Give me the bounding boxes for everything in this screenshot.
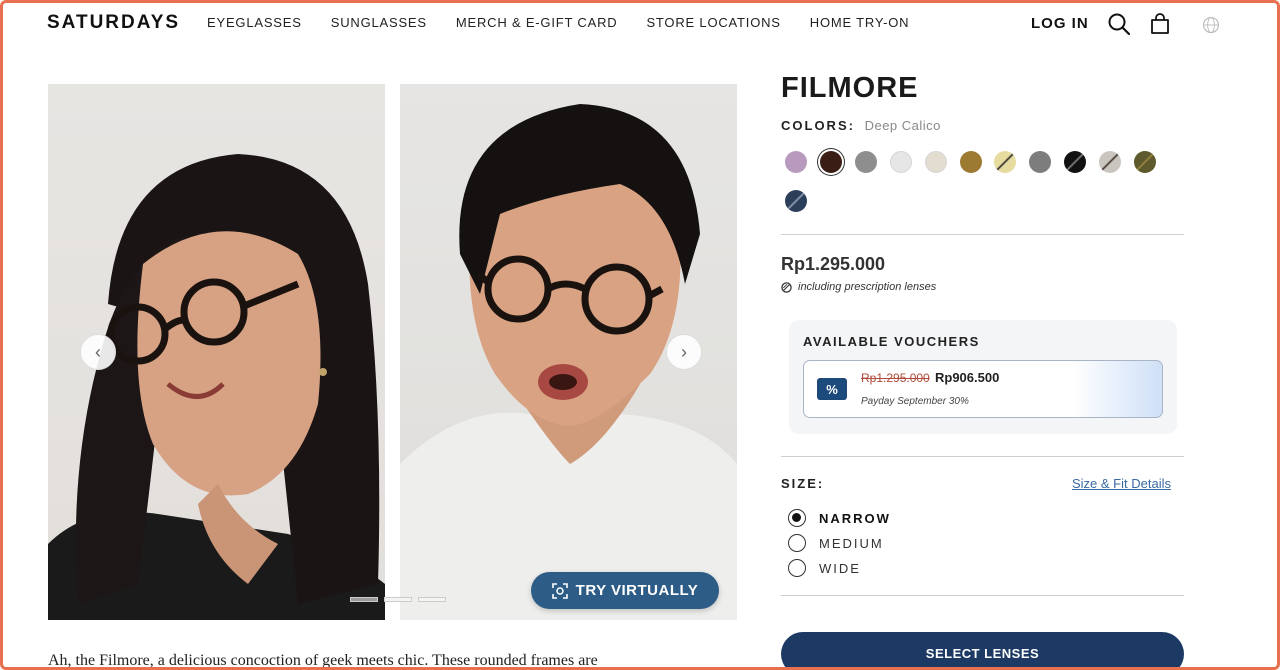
voucher-label: Payday September 30% xyxy=(861,396,969,407)
size-option-medium[interactable]: MEDIUM xyxy=(788,534,884,552)
divider xyxy=(781,456,1184,457)
voucher-old-price: Rp1.295.000 xyxy=(861,371,930,385)
nav-eyeglasses[interactable]: EYEGLASSES xyxy=(207,15,302,30)
try-virtually-label: TRY VIRTUALLY xyxy=(575,582,699,599)
product-title: FILMORE xyxy=(781,72,919,104)
nav-store-locations[interactable]: STORE LOCATIONS xyxy=(646,15,780,30)
radio-button[interactable] xyxy=(788,559,806,577)
gallery-prev-button[interactable]: ‹ xyxy=(80,334,116,370)
nav-sunglasses[interactable]: SUNGLASSES xyxy=(331,15,427,30)
color-swatch[interactable] xyxy=(1064,151,1087,173)
size-option-label: MEDIUM xyxy=(819,535,884,551)
voucher-new-price: Rp906.500 xyxy=(935,370,1000,385)
colors-label: COLORS: xyxy=(781,118,855,133)
logo[interactable]: SATURDAYS xyxy=(47,12,180,34)
color-swatch[interactable] xyxy=(854,151,877,173)
color-swatch[interactable] xyxy=(994,151,1017,173)
colors-row: COLORS: Deep Calico xyxy=(781,118,941,133)
divider xyxy=(781,595,1184,596)
color-swatch[interactable] xyxy=(1099,151,1122,173)
color-swatch[interactable] xyxy=(959,151,982,173)
color-swatch[interactable] xyxy=(785,190,807,212)
face-scan-icon xyxy=(551,582,568,599)
voucher-ticket-icon: % xyxy=(817,378,847,400)
size-label: SIZE: xyxy=(781,476,825,491)
color-swatch[interactable] xyxy=(1029,151,1052,173)
size-fit-details-link[interactable]: Size & Fit Details xyxy=(1072,476,1171,491)
site-header: SATURDAYS EYEGLASSES SUNGLASSES MERCH & … xyxy=(0,0,1280,48)
main-nav: EYEGLASSES SUNGLASSES MERCH & E-GIFT CAR… xyxy=(207,15,909,30)
nav-home-try-on[interactable]: HOME TRY-ON xyxy=(810,15,910,30)
lens-icon xyxy=(781,281,792,293)
color-swatch[interactable] xyxy=(785,151,807,173)
search-icon[interactable] xyxy=(1107,12,1131,36)
radio-button[interactable] xyxy=(788,509,806,527)
gallery-dot[interactable] xyxy=(418,597,446,602)
gallery-dot[interactable] xyxy=(350,597,378,602)
chevron-left-icon: ‹ xyxy=(95,341,101,362)
try-virtually-button[interactable]: TRY VIRTUALLY xyxy=(531,572,719,609)
size-option-label: WIDE xyxy=(819,560,861,576)
bag-icon[interactable] xyxy=(1148,12,1172,36)
color-swatch[interactable] xyxy=(1134,151,1156,173)
vouchers-title: AVAILABLE VOUCHERS xyxy=(803,334,980,349)
voucher-card[interactable] xyxy=(803,360,1163,418)
select-lenses-button[interactable]: SELECT LENSES xyxy=(781,632,1184,670)
size-option-label: NARROW xyxy=(819,510,891,526)
radio-button[interactable] xyxy=(788,534,806,552)
product-price: Rp1.295.000 xyxy=(781,254,886,274)
chevron-right-icon: › xyxy=(681,341,687,362)
size-option-narrow[interactable]: NARROW xyxy=(788,509,891,527)
login-link[interactable]: LOG IN xyxy=(1031,15,1089,32)
color-swatch[interactable] xyxy=(889,151,912,173)
gallery-next-button[interactable]: › xyxy=(666,334,702,370)
gallery-dot[interactable] xyxy=(384,597,412,602)
product-description: Ah, the Filmore, a delicious concoction … xyxy=(48,652,598,669)
divider xyxy=(781,234,1184,235)
price-note: including prescription lenses xyxy=(781,281,936,293)
globe-icon[interactable] xyxy=(1202,16,1220,34)
size-option-wide[interactable]: WIDE xyxy=(788,559,861,577)
color-swatch[interactable] xyxy=(924,151,947,173)
price-note-text: including prescription lenses xyxy=(798,281,937,293)
color-swatch[interactable] xyxy=(819,151,842,173)
gallery-pagination xyxy=(350,597,446,602)
selected-color-name: Deep Calico xyxy=(864,118,941,133)
nav-merch[interactable]: MERCH & E-GIFT CARD xyxy=(456,15,618,30)
